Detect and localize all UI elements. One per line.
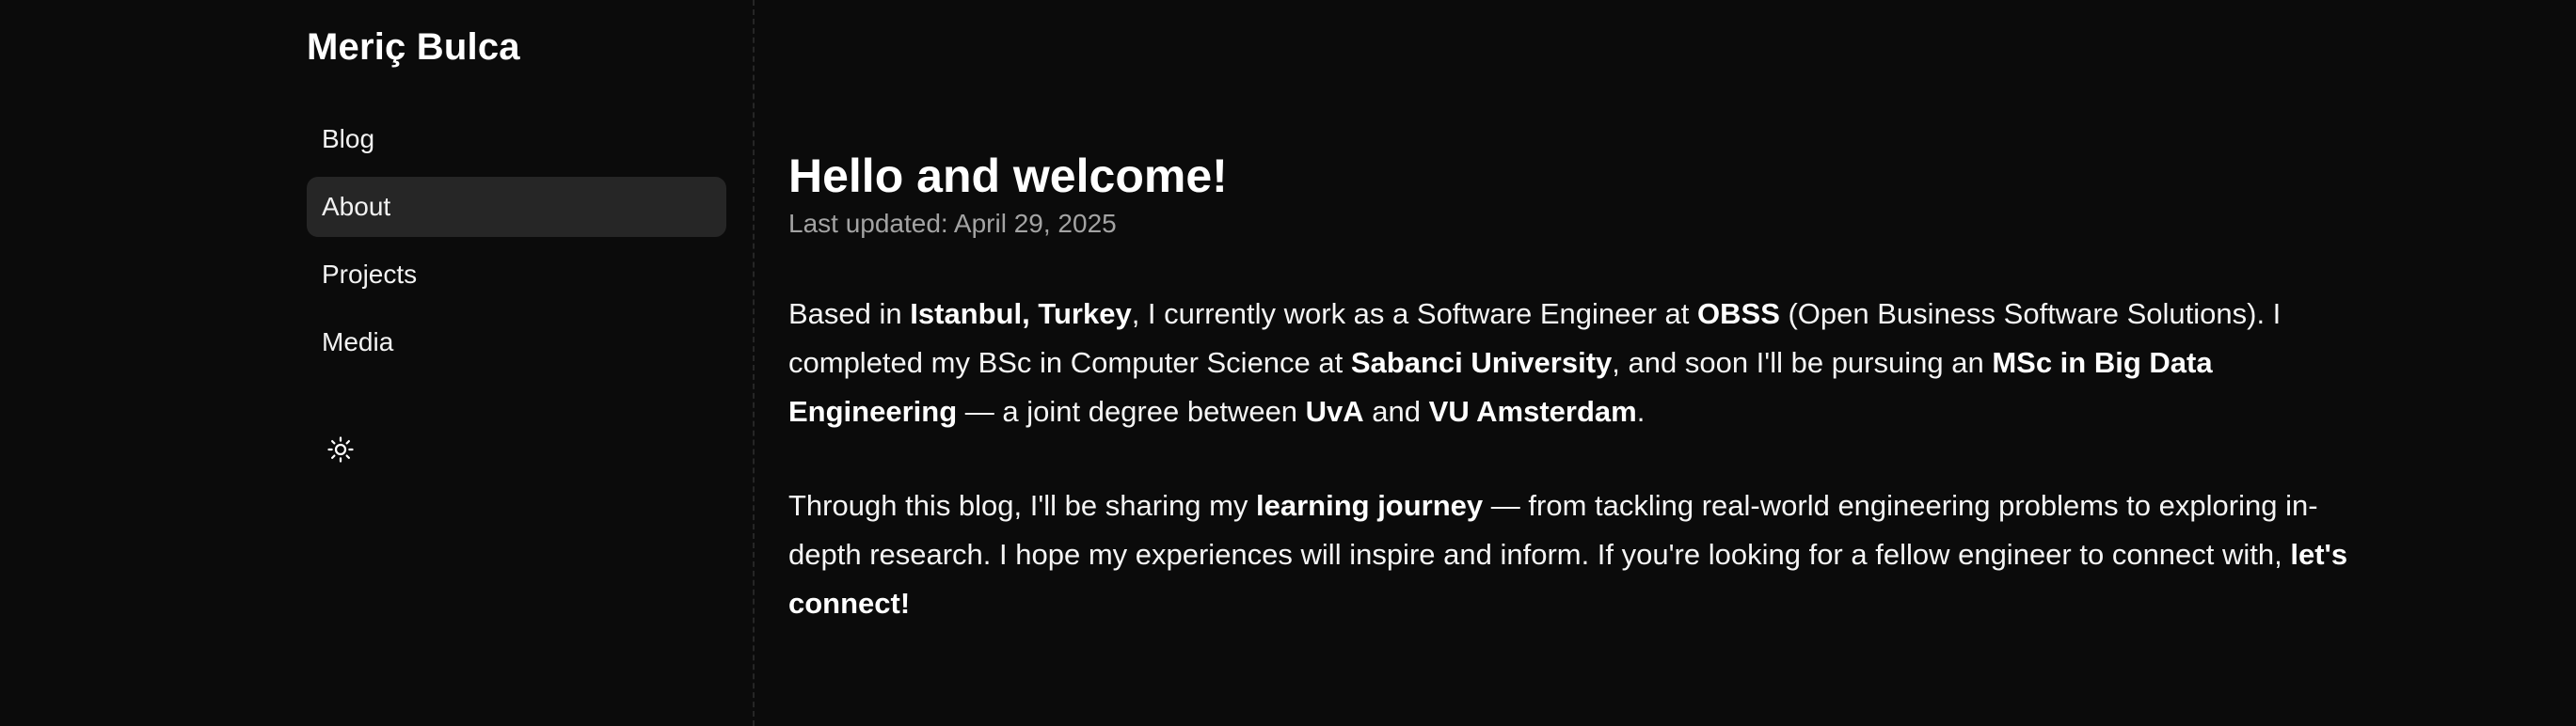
- nav-item-label: Projects: [322, 260, 418, 289]
- page-layout: Meriç Bulca Blog About Projects Media He…: [0, 0, 2576, 726]
- nav-item-label: Blog: [322, 124, 375, 153]
- sun-icon: [327, 436, 354, 463]
- site-title[interactable]: Meriç Bulca: [307, 26, 520, 69]
- theme-toggle-button[interactable]: [322, 431, 359, 468]
- intro-paragraph: Based in Istanbul, Turkey, I currently w…: [788, 290, 2388, 436]
- text-span: Through this blog, I'll be sharing my: [788, 489, 1256, 522]
- nav-item-label: Media: [322, 327, 394, 356]
- last-updated: Last updated: April 29, 2025: [788, 209, 1117, 238]
- text-span: , I currently work as a Software Enginee…: [1131, 297, 1698, 330]
- text-span: , and soon I'll be pursuing an: [1612, 346, 1993, 379]
- journey-highlight: learning journey: [1256, 489, 1484, 522]
- nav-item-media[interactable]: Media: [307, 312, 726, 372]
- text-span: and: [1363, 395, 1429, 428]
- text-span: Based in: [788, 297, 911, 330]
- nav-item-label: About: [322, 192, 391, 221]
- uva-highlight: UvA: [1305, 395, 1364, 428]
- text-span: — a joint degree between: [957, 395, 1306, 428]
- sidebar-nav: Blog About Projects Media: [307, 109, 726, 380]
- university-highlight: Sabanci University: [1350, 346, 1613, 379]
- nav-item-blog[interactable]: Blog: [307, 109, 726, 169]
- nav-item-projects[interactable]: Projects: [307, 245, 726, 305]
- location-highlight: Istanbul, Turkey: [910, 297, 1132, 330]
- text-span: .: [1636, 395, 1646, 428]
- nav-item-about[interactable]: About: [307, 177, 726, 237]
- sidebar: Meriç Bulca Blog About Projects Media: [0, 0, 755, 726]
- vu-highlight: VU Amsterdam: [1428, 395, 1637, 428]
- page-title: Hello and welcome!: [788, 150, 1228, 202]
- employer-highlight: OBSS: [1697, 297, 1780, 330]
- blog-paragraph: Through this blog, I'll be sharing my le…: [788, 481, 2388, 628]
